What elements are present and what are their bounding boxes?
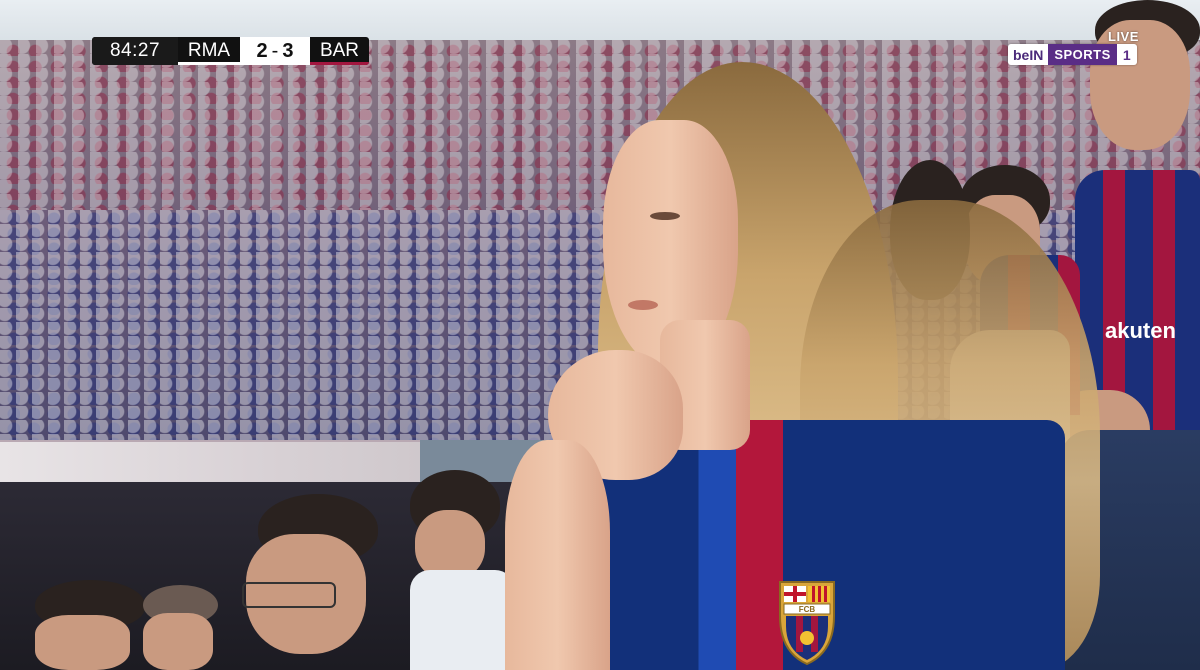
home-team-color-bar [178, 62, 240, 65]
stadium-banner-strip [0, 440, 420, 484]
subject-arm [505, 440, 610, 670]
home-score: 2 [256, 39, 268, 62]
bein-channel-number: 1 [1116, 44, 1137, 65]
crest-letters: FCB [798, 605, 816, 614]
fcb-crest-icon [779, 581, 835, 666]
spectator-bottom-left [30, 580, 150, 670]
away-score: 3 [282, 39, 294, 62]
subject-lips [628, 300, 658, 310]
match-clock: 84:27 [92, 37, 178, 65]
bein-brand: beIN [1008, 44, 1049, 65]
sponsor-text: akuten [1105, 318, 1176, 343]
broadcast-frame: akuten FCB 84:27 RMA 2 - 3 BAR LIVE beIN… [0, 0, 1200, 670]
score-separator: - [271, 39, 279, 62]
home-team-abbr: RMA [187, 40, 231, 61]
subject-eye [650, 212, 680, 220]
away-team-abbr: BAR [319, 40, 360, 61]
score-box: 2 - 3 [240, 37, 310, 65]
bein-sports-logo: beIN SPORTS 1 [1008, 44, 1137, 65]
spectator-bottom-left-2 [138, 585, 228, 670]
spectator-glasses [228, 494, 428, 670]
spectator-white-shirt [400, 470, 515, 670]
scoreboard: 84:27 RMA 2 - 3 BAR [92, 37, 369, 65]
live-label: LIVE [1108, 29, 1139, 44]
bein-channel: SPORTS [1048, 44, 1117, 65]
away-team-color-bar [310, 62, 369, 65]
